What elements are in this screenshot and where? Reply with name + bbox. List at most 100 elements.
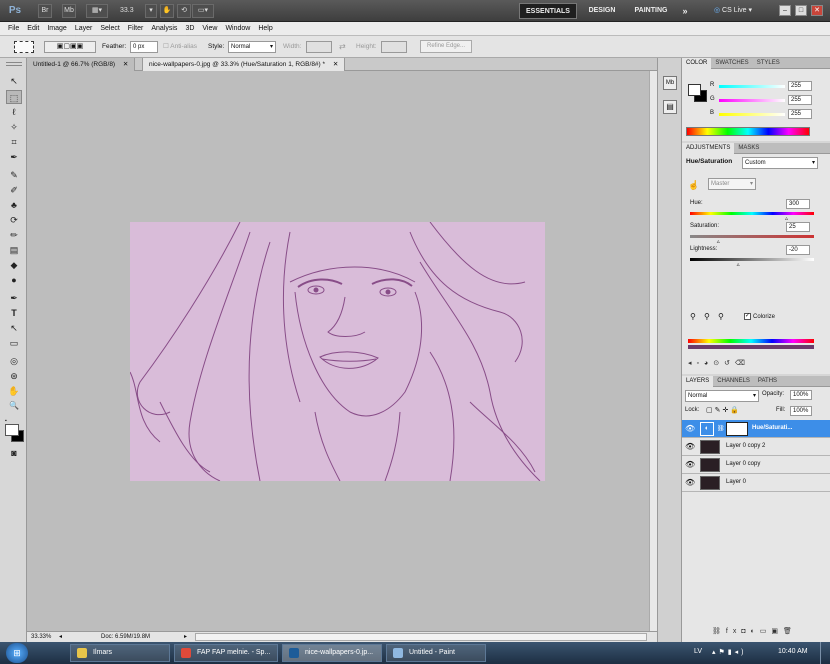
feather-input[interactable]: 0 px — [130, 41, 158, 53]
cs-live-button[interactable]: ◎ CS Live ▾ — [706, 3, 760, 19]
tab-color[interactable]: COLOR — [682, 57, 712, 69]
adjustment-footer-icons[interactable]: ◂▫◕⊙↺⌫ — [688, 359, 818, 367]
foreground-color-swatch[interactable] — [5, 424, 19, 436]
workspace-design[interactable]: DESIGN — [582, 3, 622, 19]
colorize-checkbox[interactable]: ✓ Colorize — [744, 313, 775, 320]
horizontal-scrollbar[interactable] — [195, 633, 647, 641]
r-slider[interactable] — [719, 85, 785, 88]
quick-mask-icon[interactable]: ◙ — [6, 446, 22, 460]
eye-icon[interactable]: 👁 — [685, 460, 695, 470]
dodge-tool-icon[interactable]: ● — [6, 273, 22, 287]
taskbar-item-ilmars[interactable]: Ilmars — [70, 644, 170, 662]
swap-dimensions-icon[interactable]: ⇄ — [339, 41, 346, 53]
language-indicator[interactable]: LV — [694, 648, 702, 655]
move-tool-icon[interactable]: ↖ — [6, 74, 22, 88]
zoom-readout[interactable]: 33.33% — [31, 632, 51, 642]
refine-edge-button[interactable]: Refine Edge... — [420, 40, 472, 53]
height-input[interactable] — [381, 41, 407, 53]
taskbar-item-photoshop[interactable]: nice-wallpapers-0.jp... — [282, 644, 382, 662]
lasso-tool-icon[interactable]: ℓ — [6, 105, 22, 119]
menu-window[interactable]: Window — [225, 22, 250, 36]
eye-icon[interactable]: 👁 — [685, 424, 695, 434]
blend-mode-select[interactable]: Normal ▾ — [685, 390, 759, 402]
eyedropper-tool-icon[interactable]: ✒ — [6, 150, 22, 164]
tab-untitled-1[interactable]: Untitled-1 @ 66.7% (RGB/8) ✕ — [27, 58, 136, 71]
close-tab-icon[interactable]: ✕ — [333, 61, 338, 68]
minimize-button[interactable]: – — [779, 5, 791, 16]
channel-select[interactable]: Master ▾ — [708, 178, 756, 190]
blur-tool-icon[interactable]: ◆ — [6, 258, 22, 272]
taskbar-item-paint[interactable]: Untitled - Paint — [386, 644, 486, 662]
opacity-input[interactable]: 100% — [790, 390, 812, 400]
more-workspaces-icon[interactable]: » — [678, 3, 692, 19]
3d-orbit-tool-icon[interactable]: ⊛ — [6, 369, 22, 383]
fill-input[interactable]: 100% — [790, 406, 812, 416]
tools-grip[interactable] — [6, 62, 22, 66]
layer-row[interactable]: 👁 ◐ ⛓ Hue/Saturati... — [682, 420, 830, 438]
r-input[interactable]: 255 — [788, 81, 812, 91]
type-tool-icon[interactable]: T — [6, 306, 22, 320]
preset-select[interactable]: Custom ▾ — [742, 157, 818, 169]
eyedropper-icon[interactable]: ⚲ — [690, 312, 696, 321]
layer-row[interactable]: 👁 Layer 0 copy 2 — [682, 438, 830, 456]
eraser-tool-icon[interactable]: ✏ — [6, 228, 22, 242]
menu-image[interactable]: Image — [47, 22, 66, 36]
tab-channels[interactable]: CHANNELS — [713, 376, 754, 387]
zoom-level[interactable]: 33.3 — [120, 5, 142, 17]
taskbar-item-browser[interactable]: FAP FAP melnie. - Sp... — [174, 644, 278, 662]
crop-tool-icon[interactable]: ⌗ — [6, 135, 22, 149]
color-spectrum-ramp[interactable] — [686, 127, 810, 136]
eye-icon[interactable]: 👁 — [685, 478, 695, 488]
antialias-checkbox[interactable]: ☐ Anti-alias — [163, 41, 197, 53]
bridge-button[interactable]: Br — [38, 4, 52, 18]
workspace-painting[interactable]: PAINTING — [626, 3, 676, 19]
tab-masks[interactable]: MASKS — [734, 143, 763, 154]
hue-slider-thumb[interactable]: ▵ — [785, 215, 788, 222]
menu-help[interactable]: Help — [258, 22, 272, 36]
clone-stamp-tool-icon[interactable]: ♣ — [6, 198, 22, 212]
3d-rotate-tool-icon[interactable]: ◎ — [6, 354, 22, 368]
tab-paths[interactable]: PATHS — [754, 376, 781, 387]
tab-adjustments[interactable]: ADJUSTMENTS — [682, 142, 735, 154]
start-button-icon[interactable]: ⊞ — [6, 643, 28, 663]
close-window-button[interactable]: ✕ — [811, 5, 823, 16]
panel-foreground-swatch[interactable] — [688, 84, 701, 96]
history-brush-tool-icon[interactable]: ⟳ — [6, 213, 22, 227]
status-flyout-icon[interactable]: ◂ — [59, 632, 62, 642]
menu-select[interactable]: Select — [100, 22, 119, 36]
tab-swatches[interactable]: SWATCHES — [711, 58, 752, 69]
status-menu-arrow-icon[interactable]: ▸ — [184, 632, 187, 642]
layer-mask-thumbnail[interactable] — [726, 422, 748, 436]
eyedropper-minus-icon[interactable]: ⚲ — [718, 312, 724, 321]
menu-view[interactable]: View — [202, 22, 217, 36]
tab-styles[interactable]: STYLES — [753, 58, 784, 69]
hand-tool-icon[interactable]: ✋ — [6, 384, 22, 398]
targeted-adjustment-icon[interactable]: ☝ — [688, 180, 699, 191]
g-input[interactable]: 255 — [788, 95, 812, 105]
layer-row[interactable]: 👁 Layer 0 copy — [682, 456, 830, 474]
clock[interactable]: 10:40 AM — [778, 648, 808, 655]
vertical-scrollbar[interactable] — [649, 71, 657, 631]
hue-slider[interactable] — [690, 212, 814, 215]
workspace-essentials[interactable]: ESSENTIALS — [519, 3, 577, 19]
hand-tool-icon[interactable]: ✋ — [160, 4, 174, 18]
document-image[interactable] — [130, 222, 545, 481]
eyedropper-plus-icon[interactable]: ⚲ — [704, 312, 710, 321]
tray-icons[interactable]: ▴⚑▮◂) — [712, 648, 747, 656]
maximize-button[interactable]: □ — [795, 5, 807, 16]
tool-preset-picker[interactable] — [14, 41, 34, 53]
menu-file[interactable]: File — [8, 22, 19, 36]
layers-footer-icons[interactable]: ⛓fx◘◐▭▣🗑 — [712, 627, 797, 635]
saturation-slider-thumb[interactable]: ▵ — [717, 238, 720, 245]
eye-icon[interactable]: 👁 — [685, 442, 695, 452]
zoom-tool-icon[interactable]: 🔍 — [6, 399, 22, 413]
marquee-tool-icon[interactable]: ⬚ — [6, 90, 22, 104]
lock-icons[interactable]: ▢✎✛🔒 — [706, 406, 741, 414]
tab-layers[interactable]: LAYERS — [682, 375, 714, 387]
lightness-slider-thumb[interactable]: ▵ — [737, 261, 740, 268]
zoom-dropdown-arrow[interactable]: ▾ — [145, 4, 157, 18]
rotate-view-icon[interactable]: ⟲ — [177, 4, 191, 18]
mini-bridge-panel-icon[interactable]: Mb — [663, 76, 677, 90]
b-input[interactable]: 255 — [788, 109, 812, 119]
pen-tool-icon[interactable]: ✒ — [6, 291, 22, 305]
